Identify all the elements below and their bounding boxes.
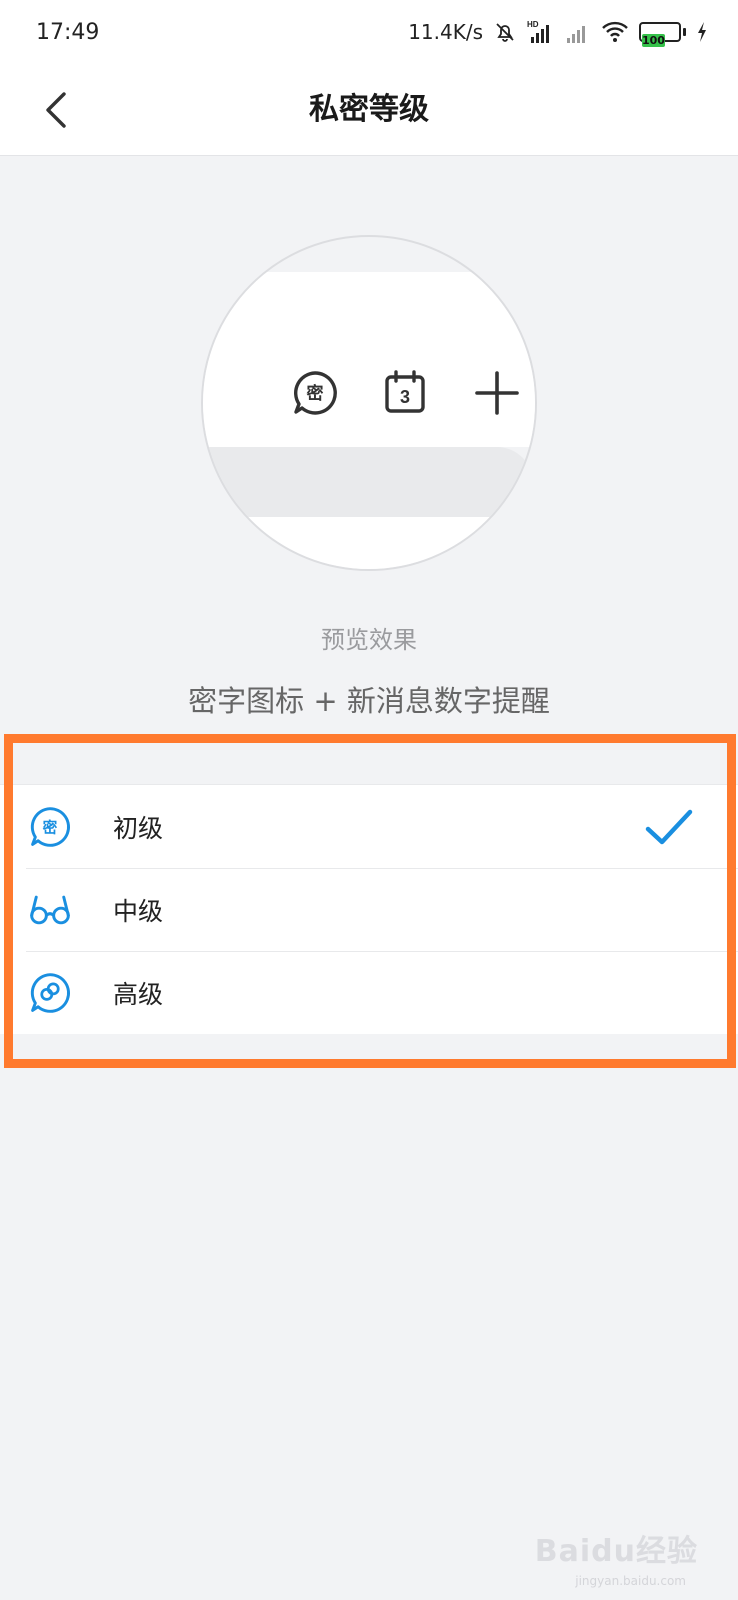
charging-icon <box>696 21 708 43</box>
preview-label: 预览效果 <box>321 626 417 654</box>
battery-icon: 100 <box>639 22 686 47</box>
level-item-advanced[interactable]: 高级 <box>0 951 738 1034</box>
nav-bar: 私密等级 <box>0 64 738 156</box>
level-list: 密 初级 中级 高级 <box>0 784 738 1034</box>
mi-chat-icon: 密 <box>28 805 72 849</box>
checkmark-icon <box>645 809 693 845</box>
mi-char: 密 <box>43 819 58 837</box>
level-item-basic[interactable]: 密 初级 <box>0 785 738 868</box>
plus-icon <box>475 371 519 415</box>
battery-level: 100 <box>642 34 665 47</box>
level-label: 初级 <box>113 813 164 843</box>
level-label: 中级 <box>113 896 164 926</box>
back-button[interactable] <box>30 84 82 136</box>
network-speed: 11.4K/s <box>408 20 483 44</box>
level-label: 高级 <box>113 979 164 1009</box>
link-chat-icon <box>28 971 72 1015</box>
status-bar: 17:49 11.4K/s HD 100 <box>0 0 738 64</box>
mi-char: 密 <box>307 383 324 404</box>
mi-chat-icon: 密 <box>294 371 337 415</box>
mute-bell-icon <box>493 20 517 44</box>
signal-icon <box>565 20 591 44</box>
status-time: 17:49 <box>36 19 100 45</box>
calendar-icon: 3 <box>385 370 425 413</box>
status-icons: 11.4K/s HD 100 <box>408 19 708 47</box>
wifi-icon <box>601 20 629 44</box>
page-title: 私密等级 <box>309 92 429 127</box>
watermark: Baidu经验 <box>534 1534 698 1569</box>
hd-label: HD <box>527 20 539 29</box>
level-item-intermediate[interactable]: 中级 <box>0 868 738 951</box>
back-arrow-icon <box>46 92 66 128</box>
watermark-sub: jingyan.baidu.com <box>575 1574 686 1588</box>
calendar-number: 3 <box>400 387 410 407</box>
hd-signal-icon: HD <box>527 19 555 45</box>
preview-description: 密字图标 + 新消息数字提醒 <box>188 684 550 718</box>
glasses-icon <box>28 888 72 932</box>
preview-image: 密 3 <box>201 235 537 571</box>
